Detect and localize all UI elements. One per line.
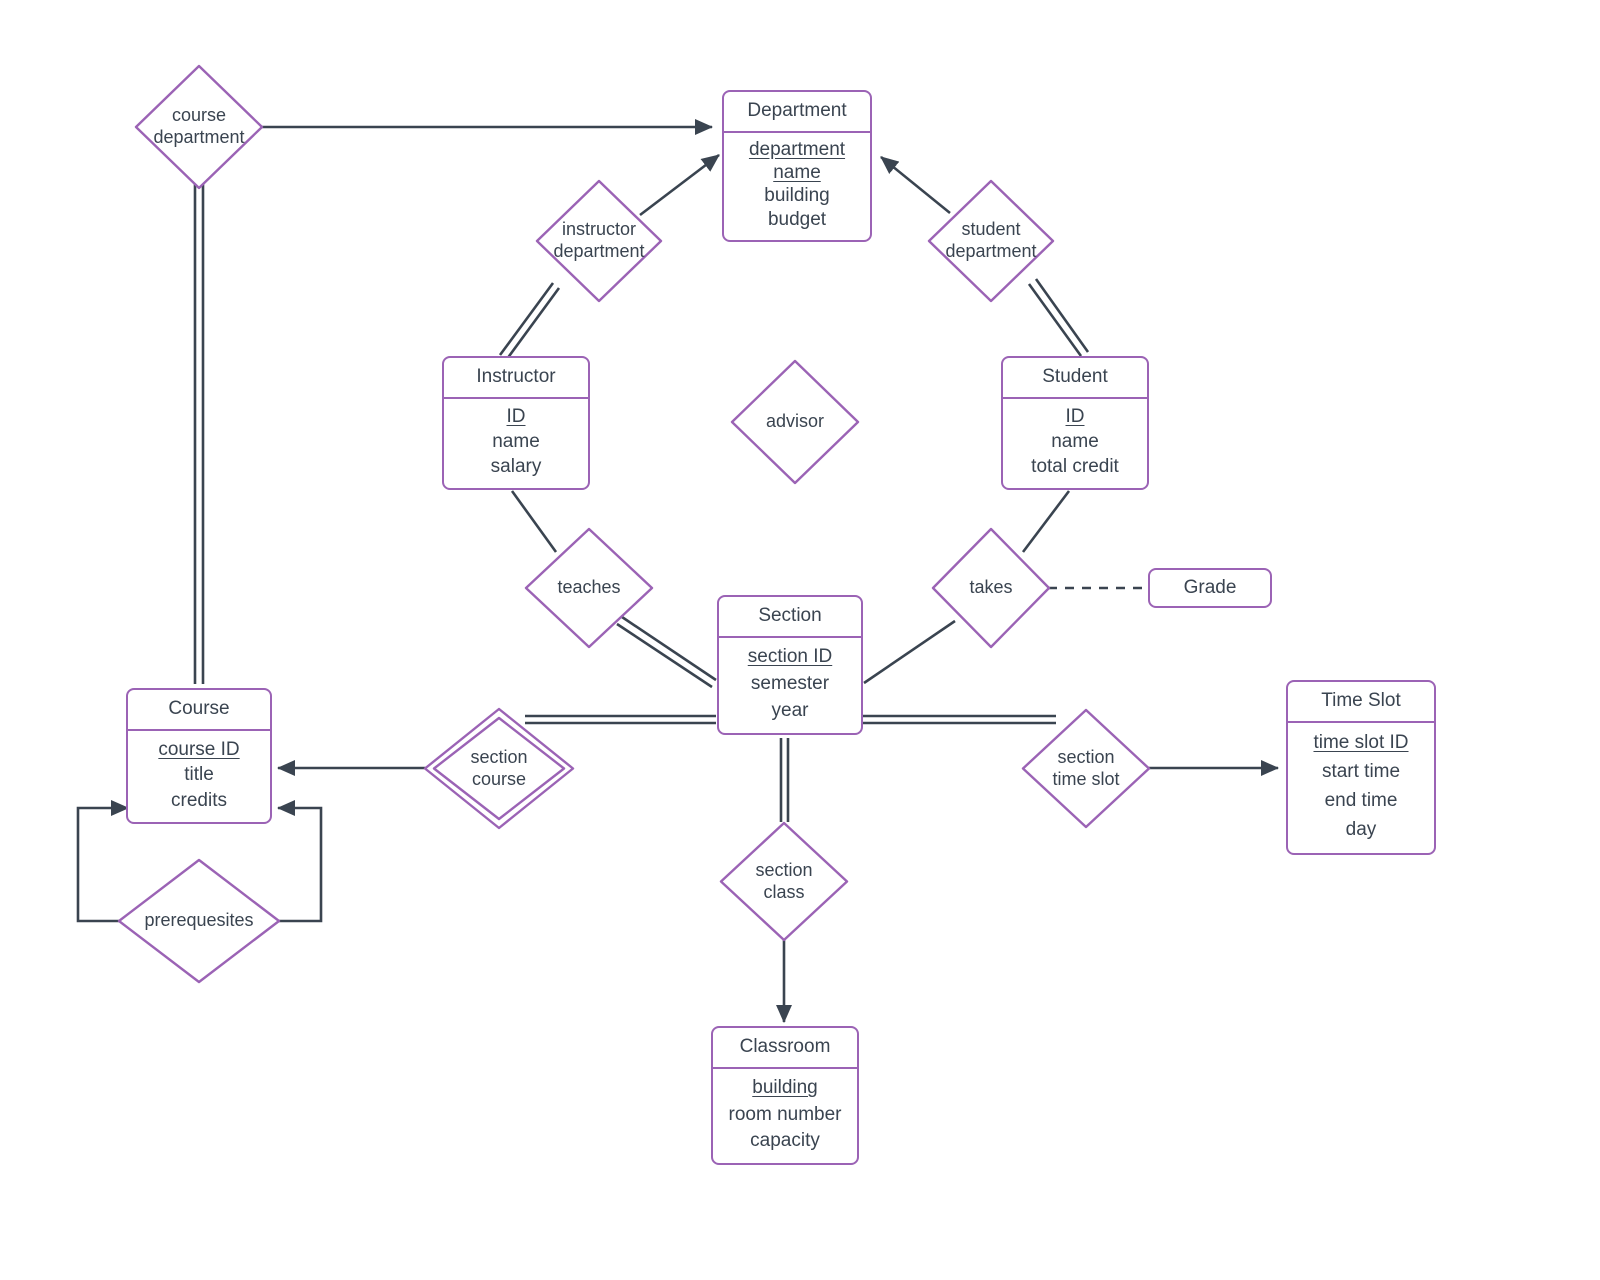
entity-student-title: Student (1003, 358, 1147, 399)
relationship-advisor[interactable]: advisor (729, 358, 861, 486)
entity-time-slot[interactable]: Time Slot time slot ID start time end ti… (1286, 680, 1436, 855)
relationship-takes[interactable]: takes (930, 526, 1052, 650)
attribute-day: day (1345, 819, 1377, 841)
edge-prerequesites-right-to-course (276, 799, 323, 923)
entity-instructor-attributes: ID name salary (444, 399, 588, 488)
entity-instructor-title: Instructor (444, 358, 588, 399)
attribute-instructor-salary: salary (490, 456, 542, 478)
diamond-shape (134, 64, 264, 190)
attribute-instructor-name: name (492, 431, 540, 453)
attribute-time-slot-id: time slot ID (1313, 732, 1409, 754)
attribute-budget: budget (767, 208, 827, 230)
attribute-classroom-building: building (752, 1077, 818, 1098)
diamond-shape (931, 527, 1051, 649)
entity-time-slot-title: Time Slot (1288, 682, 1434, 723)
diamond-shape (535, 179, 663, 303)
relationship-prerequesites[interactable]: prerequesites (116, 857, 282, 985)
attribute-department-name: department name (748, 139, 846, 183)
attribute-building: building (764, 185, 830, 207)
relationship-section-time-slot[interactable]: section time slot (1020, 707, 1152, 830)
entity-department-attributes: department name building budget (724, 133, 870, 240)
diamond-shape (730, 359, 860, 485)
entity-student-attributes: ID name total credit (1003, 399, 1147, 488)
relationship-section-class[interactable]: section class (718, 820, 850, 943)
attribute-room-number: room number (728, 1103, 842, 1125)
attribute-course-title: title (184, 764, 214, 786)
diamond-shape (524, 527, 654, 649)
relationship-teaches[interactable]: teaches (523, 526, 655, 650)
attribute-course-id: course ID (158, 738, 240, 760)
entity-department[interactable]: Department department name building budg… (722, 90, 872, 242)
diamond-shape (117, 858, 281, 984)
entity-student[interactable]: Student ID name total credit (1001, 356, 1149, 490)
entity-department-title: Department (724, 92, 870, 133)
entity-classroom-title: Classroom (713, 1028, 857, 1069)
entity-classroom-attributes: building room number capacity (713, 1069, 857, 1163)
diamond-shape (927, 179, 1055, 303)
entity-section[interactable]: Section section ID semester year (717, 595, 863, 735)
attribute-end-time: end time (1324, 790, 1398, 812)
diamond-shape (1021, 708, 1151, 829)
attribute-section-year: year (771, 700, 809, 722)
entity-classroom[interactable]: Classroom building room number capacity (711, 1026, 859, 1165)
relationship-section-course[interactable]: section course (423, 707, 575, 830)
attribute-student-id: ID (1065, 406, 1085, 428)
double-diamond-shape (423, 707, 575, 830)
entity-course-attributes: course ID title credits (128, 731, 270, 822)
entity-section-attributes: section ID semester year (719, 638, 861, 733)
er-diagram-canvas: Department department name building budg… (0, 0, 1600, 1280)
attribute-student-name: name (1051, 431, 1099, 453)
attribute-section-id: section ID (747, 646, 833, 668)
relationship-student-department[interactable]: student department (926, 178, 1056, 304)
attribute-instructor-id: ID (506, 406, 526, 428)
relationship-course-department[interactable]: course department (133, 63, 265, 191)
entity-time-slot-attributes: time slot ID start time end time day (1288, 723, 1434, 853)
attribute-course-credits: credits (171, 789, 227, 811)
attribute-start-time: start time (1321, 761, 1401, 783)
diamond-shape (719, 821, 849, 942)
entity-course-title: Course (128, 690, 270, 731)
relationship-instructor-department[interactable]: instructor department (534, 178, 664, 304)
entity-course[interactable]: Course course ID title credits (126, 688, 272, 824)
entity-instructor[interactable]: Instructor ID name salary (442, 356, 590, 490)
attribute-section-semester: semester (750, 673, 830, 695)
entity-section-title: Section (719, 597, 861, 638)
attribute-box-grade[interactable]: Grade (1148, 568, 1272, 608)
attribute-student-total-credit: total credit (1031, 456, 1119, 478)
attribute-capacity: capacity (750, 1130, 820, 1152)
